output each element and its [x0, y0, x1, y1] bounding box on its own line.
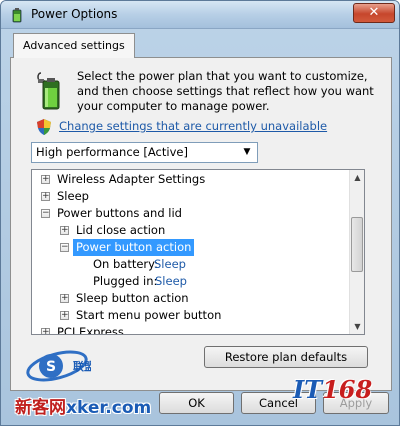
chevron-down-icon[interactable]: ▼ [240, 143, 254, 162]
watermark-right-prefix: IT [293, 375, 323, 404]
close-button[interactable]: ✕ [353, 3, 395, 23]
tree-item-lid-close-action[interactable]: Lid close action [76, 222, 165, 239]
expand-icon[interactable]: + [41, 175, 50, 184]
tree-item-wireless-adapter[interactable]: Wireless Adapter Settings [57, 171, 205, 188]
tree-scrollbar[interactable]: ▲ ▼ [349, 170, 364, 334]
on-battery-value[interactable]: Sleep [154, 256, 186, 273]
tab-advanced-settings[interactable]: Advanced settings [13, 33, 135, 58]
intro-text: Select the power plan that you want to c… [77, 69, 374, 113]
expand-icon[interactable]: + [60, 226, 69, 235]
expand-icon[interactable]: + [41, 328, 50, 334]
tree-item-power-button-action[interactable]: Power button action [73, 239, 195, 256]
collapse-icon[interactable]: − [41, 209, 50, 218]
watermark-logo-text: 联盟 [73, 359, 91, 373]
title-bar[interactable]: Power Options ✕ [1, 1, 399, 29]
tree-item-power-buttons-lid[interactable]: Power buttons and lid [57, 205, 182, 222]
watermark-logo: S 联盟 [26, 350, 91, 382]
scroll-up-icon[interactable]: ▲ [350, 170, 364, 185]
collapse-icon[interactable]: − [60, 243, 69, 252]
tree-item-sleep[interactable]: Sleep [57, 188, 89, 205]
settings-tree[interactable]: + Wireless Adapter Settings + Sleep − Po… [31, 169, 365, 335]
power-plan-select[interactable]: High performance [Active] ▼ [31, 142, 258, 163]
power-options-icon [12, 8, 22, 23]
change-settings-link[interactable]: Change settings that are currently unava… [59, 119, 327, 133]
expand-icon[interactable]: + [60, 294, 69, 303]
plugged-in-value[interactable]: Sleep [155, 273, 187, 290]
watermark-right: IT168 [293, 375, 372, 404]
expand-icon[interactable]: + [41, 192, 50, 201]
tree-item-on-battery-label: On battery: [93, 257, 159, 271]
tree-item-start-menu-power-button[interactable]: Start menu power button [76, 307, 221, 324]
tree-item-pci-express[interactable]: PCI Express [57, 324, 124, 334]
power-plan-value: High performance [Active] [36, 145, 188, 159]
scroll-down-icon[interactable]: ▼ [350, 319, 364, 334]
tree-item-plugged-in-label: Plugged in: [93, 274, 158, 288]
scrollbar-thumb[interactable] [351, 217, 363, 272]
watermark-left-brand: xker.com [66, 398, 152, 418]
tree-item-sleep-button-action[interactable]: Sleep button action [76, 290, 189, 307]
ok-button[interactable]: OK [159, 392, 234, 414]
watermark-right-number: 168 [322, 375, 373, 404]
restore-plan-defaults-button[interactable]: Restore plan defaults [204, 346, 368, 368]
watermark-left: 新客网xker.com [15, 393, 151, 418]
battery-plug-icon [37, 72, 60, 110]
watermark-left-cn: 新客网 [15, 398, 66, 418]
window-title: Power Options [31, 7, 118, 21]
uac-shield-icon [37, 119, 51, 135]
power-options-window: Power Options ✕ Advanced settings Select… [0, 0, 400, 426]
svg-text:S: S [46, 359, 56, 375]
expand-icon[interactable]: + [60, 311, 69, 320]
